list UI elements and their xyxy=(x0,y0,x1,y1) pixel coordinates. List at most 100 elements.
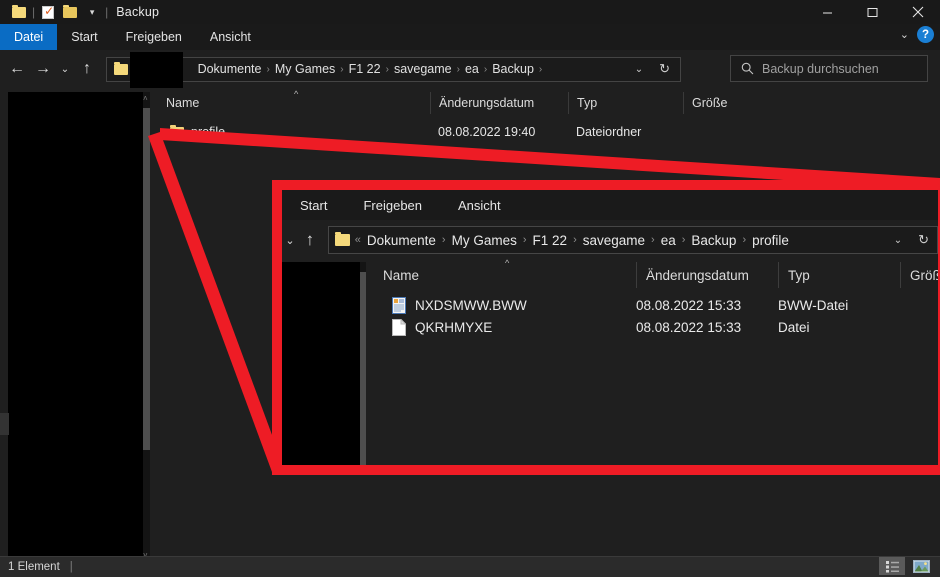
quick-access-folder[interactable] xyxy=(8,1,30,23)
inner-row-modified-cell: 08.08.2022 15:33 xyxy=(636,319,742,335)
maximize-button[interactable] xyxy=(850,0,895,24)
window-edge-strip xyxy=(0,413,9,435)
column-header-name[interactable]: Name ^ xyxy=(158,89,430,114)
inner-row-modified-cell: 08.08.2022 15:33 xyxy=(636,297,742,313)
column-header-type[interactable]: Typ xyxy=(568,92,683,114)
tab-datei[interactable]: Datei xyxy=(0,24,58,50)
quick-access-new-folder[interactable] xyxy=(59,1,81,23)
up-button[interactable]: ↑ xyxy=(74,56,100,82)
breadcrumb-item-ea[interactable]: ea xyxy=(460,62,484,76)
quick-access-properties[interactable] xyxy=(37,1,59,23)
inner-column-header-name[interactable]: Name ^ xyxy=(374,258,636,288)
view-mode-buttons xyxy=(879,557,934,575)
inner-row-type-cell: Datei xyxy=(778,319,810,335)
list-item[interactable]: QKRHMYXE 08.08.2022 15:33 Datei xyxy=(374,316,938,338)
search-input[interactable]: Backup durchsuchen xyxy=(762,62,879,76)
address-dropdown-icon[interactable]: ⌄ xyxy=(627,64,651,75)
inner-tab-start[interactable]: Start xyxy=(282,198,345,213)
column-header-modified-label: Änderungsdatum xyxy=(439,96,535,110)
screen: | ▾ | Backup Datei Start Freigeben Ansic… xyxy=(0,0,940,577)
inner-column-header-type-label: Typ xyxy=(788,267,810,283)
close-icon xyxy=(912,6,923,18)
recent-locations-button[interactable]: ⌄ xyxy=(56,56,74,82)
forward-button[interactable]: → xyxy=(30,56,56,82)
breadcrumb: « Dokumente › My Games › F1 22 › savegam… xyxy=(132,62,627,76)
scroll-up-icon[interactable]: ˄ xyxy=(143,94,148,103)
inner-column-header-modified[interactable]: Änderungsdatum xyxy=(636,262,778,288)
chevron-down-icon[interactable]: ⌄ xyxy=(900,28,909,41)
inner-tab-ansicht[interactable]: Ansicht xyxy=(440,198,519,213)
address-bar[interactable]: « Dokumente › My Games › F1 22 › savegam… xyxy=(106,56,681,82)
breadcrumb-item-savegame[interactable]: savegame xyxy=(389,62,457,76)
inner-breadcrumb-item-ea[interactable]: ea xyxy=(655,233,682,248)
tab-start[interactable]: Start xyxy=(57,24,111,50)
help-button[interactable]: ? xyxy=(917,26,934,43)
toolbar-divider-2: | xyxy=(105,5,109,19)
column-header-modified[interactable]: Änderungsdatum xyxy=(430,92,568,114)
close-button[interactable] xyxy=(895,0,940,24)
inner-refresh-icon[interactable]: ↻ xyxy=(910,232,937,248)
window-title: Backup xyxy=(116,5,160,19)
tab-ansicht[interactable]: Ansicht xyxy=(196,24,265,50)
breadcrumb-item-backup[interactable]: Backup xyxy=(487,62,539,76)
table-row[interactable]: profile 08.08.2022 19:40 Dateiordner xyxy=(158,122,940,142)
inner-breadcrumb-item-dokumente[interactable]: Dokumente xyxy=(361,233,442,248)
quick-access-customize[interactable]: ▾ xyxy=(81,1,103,23)
row-type-cell: Dateiordner xyxy=(576,125,642,139)
inner-navigation-scroll-thumb[interactable] xyxy=(360,272,366,465)
breadcrumb-item-my-games[interactable]: My Games xyxy=(270,62,340,76)
inner-row-type-cell: BWW-Datei xyxy=(778,297,849,313)
status-item-count: 1 Element xyxy=(8,561,60,573)
inner-row-name-cell[interactable]: QKRHMYXE xyxy=(374,318,636,336)
inner-tab-freigeben[interactable]: Freigeben xyxy=(345,198,440,213)
back-button[interactable]: ← xyxy=(4,56,30,82)
window-controls xyxy=(805,0,940,24)
folder-icon xyxy=(12,4,26,18)
row-name-cell[interactable]: profile xyxy=(158,124,430,139)
column-header-size[interactable]: Größe xyxy=(683,92,765,114)
inner-breadcrumb-item-my-games[interactable]: My Games xyxy=(446,233,523,248)
list-item[interactable]: NXDSMWW.BWW 08.08.2022 15:33 BWW-Datei xyxy=(374,294,938,316)
inner-ribbon-tab-bar: Start Freigeben Ansicht xyxy=(282,190,938,220)
row-modified-cell: 08.08.2022 19:40 xyxy=(438,125,536,139)
inner-column-header-row: Name ^ Änderungsdatum Typ Größ xyxy=(374,258,938,288)
inner-column-header-size[interactable]: Größ xyxy=(900,262,938,288)
sort-ascending-icon: ^ xyxy=(505,258,510,268)
inner-breadcrumb-item-f1-22[interactable]: F1 22 xyxy=(527,233,574,248)
minimize-button[interactable] xyxy=(805,0,850,24)
toolbar-divider: | xyxy=(32,5,36,19)
column-header-row: Name ^ Änderungsdatum Typ Größe xyxy=(158,89,940,114)
tab-freigeben[interactable]: Freigeben xyxy=(112,24,196,50)
inner-breadcrumb-item-savegame[interactable]: savegame xyxy=(577,233,651,248)
inner-breadcrumb-item-backup[interactable]: Backup xyxy=(685,233,742,248)
inner-address-bar-row: ⌄ ↑ « Dokumente › My Games › F1 22 › sav… xyxy=(282,220,938,260)
quick-access-toolbar: | ▾ | Backup xyxy=(0,1,159,23)
inner-address-dropdown-icon[interactable]: ⌄ xyxy=(886,235,910,246)
search-box[interactable]: Backup durchsuchen xyxy=(730,55,928,82)
status-separator: | xyxy=(69,561,73,573)
title-bar: | ▾ | Backup xyxy=(0,0,940,24)
folder-icon xyxy=(170,124,184,138)
refresh-icon[interactable]: ↻ xyxy=(651,61,678,77)
bww-file-icon xyxy=(392,296,406,314)
inner-breadcrumb-item-profile[interactable]: profile xyxy=(746,233,795,248)
folder-icon xyxy=(63,4,78,18)
inner-column-header-type[interactable]: Typ xyxy=(778,262,900,288)
breadcrumb-item-f1-22[interactable]: F1 22 xyxy=(344,62,386,76)
breadcrumb-sep-trailing[interactable]: › xyxy=(539,64,542,75)
large-icons-view-button[interactable] xyxy=(908,557,934,575)
inner-recent-locations-button[interactable]: ⌄ xyxy=(282,234,298,247)
inner-navigation-pane-redacted xyxy=(282,262,360,465)
row-name-label: profile xyxy=(191,125,226,139)
navigation-pane-scroll-thumb[interactable] xyxy=(143,108,150,450)
inner-row-name-label: NXDSMWW.BWW xyxy=(415,297,527,313)
column-header-type-label: Typ xyxy=(577,96,598,110)
properties-icon xyxy=(42,4,54,19)
inner-up-button[interactable]: ↑ xyxy=(298,230,322,250)
status-bar: 1 Element | xyxy=(0,556,940,577)
inner-row-name-cell[interactable]: NXDSMWW.BWW xyxy=(374,296,636,314)
details-view-button[interactable] xyxy=(879,557,905,575)
inner-address-bar[interactable]: « Dokumente › My Games › F1 22 › savegam… xyxy=(327,226,938,254)
maximize-icon xyxy=(867,7,878,17)
navigation-pane-redacted xyxy=(8,92,143,560)
